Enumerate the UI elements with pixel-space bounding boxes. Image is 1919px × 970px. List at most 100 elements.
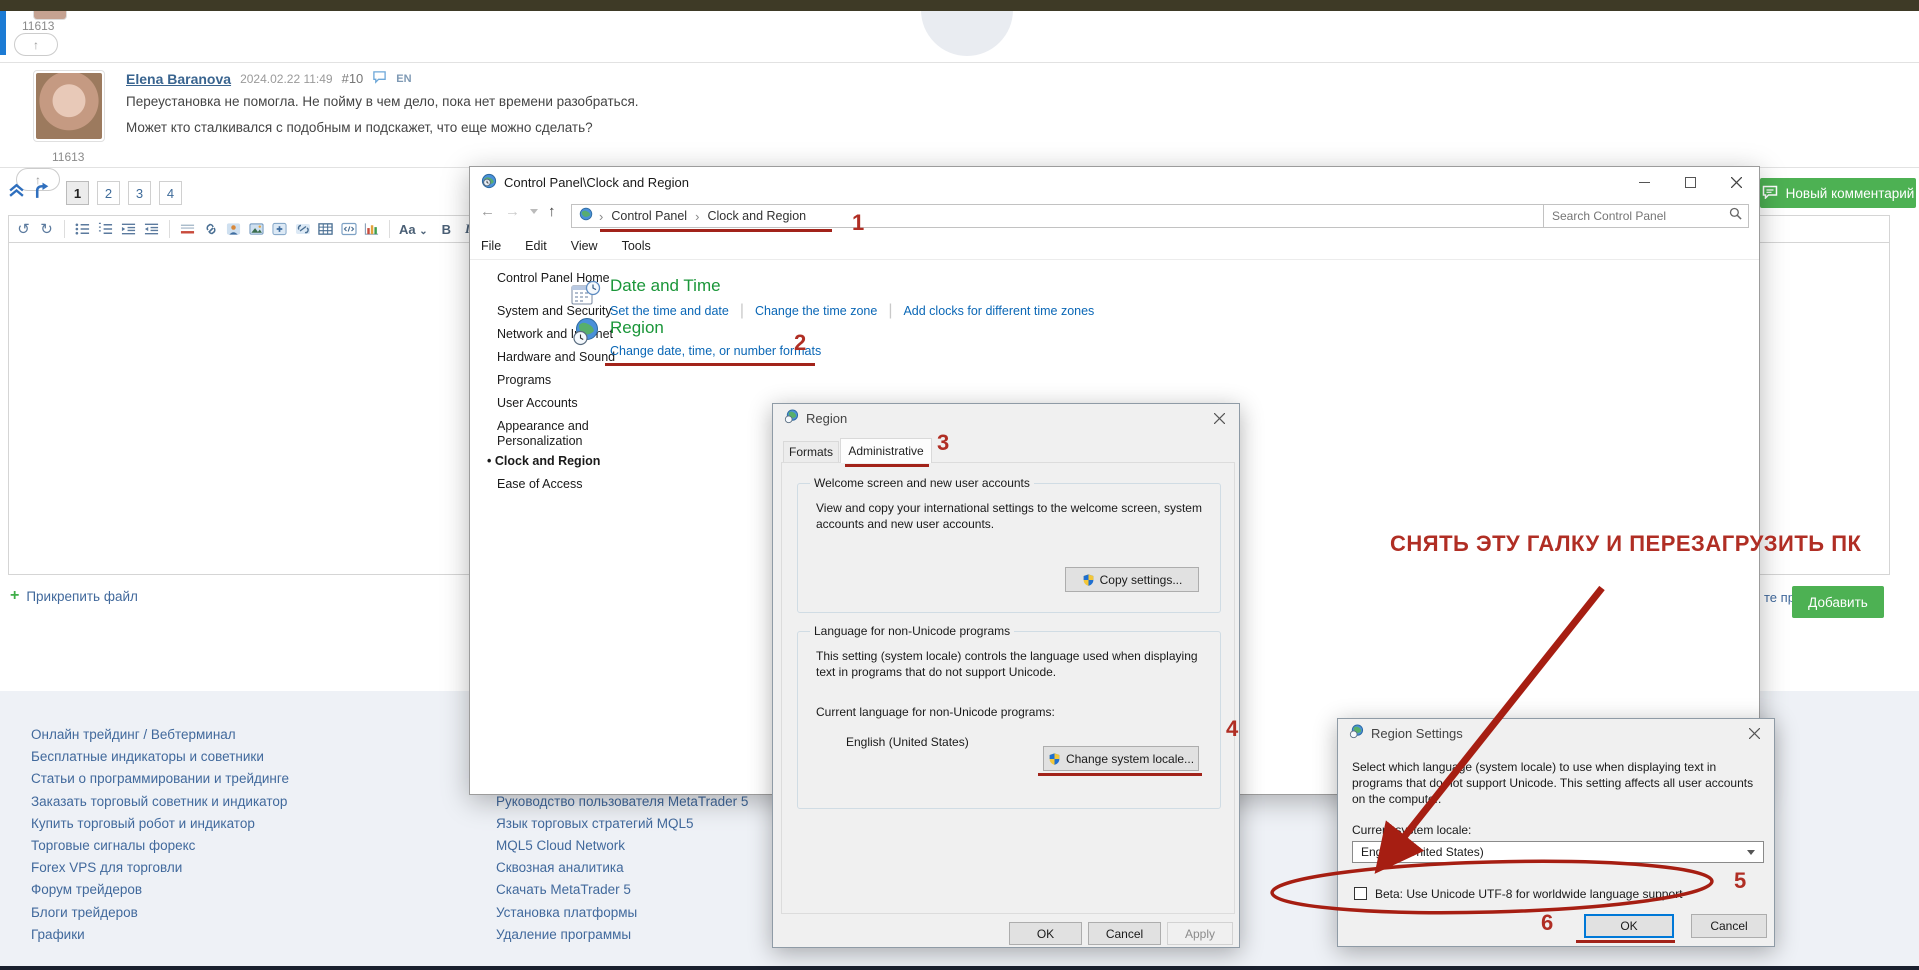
cp-titlebar[interactable]: Control Panel\Clock and Region: [470, 167, 1759, 197]
sidebar-item-ease-access[interactable]: Ease of Access: [497, 477, 582, 491]
search-icon[interactable]: [1729, 207, 1742, 225]
ok-button[interactable]: OK: [1009, 922, 1082, 945]
footer-link[interactable]: Статьи о программировании и трейдинге: [31, 771, 289, 786]
maximize-button[interactable]: [1667, 167, 1713, 197]
indent-icon[interactable]: [120, 220, 137, 238]
mention-user-icon[interactable]: [225, 220, 242, 238]
footer-link[interactable]: MQL5 Cloud Network: [496, 838, 625, 853]
footer-link[interactable]: Forex VPS для торговли: [31, 860, 182, 875]
search-input[interactable]: [1550, 208, 1729, 224]
page-2[interactable]: 2: [97, 181, 120, 205]
change-timezone-link[interactable]: Change the time zone: [755, 304, 877, 318]
close-button[interactable]: [1713, 167, 1759, 197]
datetime-icon[interactable]: [571, 279, 601, 314]
add-clocks-link[interactable]: Add clocks for different time zones: [903, 304, 1094, 318]
add-comment-button[interactable]: Добавить: [1792, 586, 1884, 618]
font-size-dropdown[interactable]: Aa ⌄: [399, 222, 428, 237]
footer-link[interactable]: Язык торговых стратегий MQL5: [496, 816, 694, 831]
utf8-beta-checkbox[interactable]: [1354, 887, 1367, 900]
upvote-button[interactable]: ↑: [14, 33, 58, 56]
footer-link[interactable]: Форум трейдеров: [31, 882, 142, 897]
link-icon[interactable]: [202, 220, 219, 238]
new-comment-button[interactable]: Новый комментарий: [1760, 178, 1916, 208]
footer-link[interactable]: Бесплатные индикаторы и советники: [31, 749, 264, 764]
welcome-group-text: View and copy your international setting…: [816, 501, 1202, 531]
footer-link[interactable]: Заказать торговый советник и индикатор: [31, 794, 287, 809]
sidebar-item-appearance[interactable]: Appearance and Personalization: [497, 419, 647, 449]
footer-link[interactable]: Торговые сигналы форекс: [31, 838, 195, 853]
ok-button[interactable]: OK: [1584, 914, 1674, 938]
collapse-top-icon[interactable]: [8, 182, 25, 204]
sidebar-item-user-accounts[interactable]: User Accounts: [497, 396, 578, 410]
footer-link[interactable]: Сквозная аналитика: [496, 860, 624, 875]
post-number[interactable]: #10: [342, 71, 364, 86]
locale-combobox[interactable]: English (United States): [1352, 841, 1764, 863]
footer-link[interactable]: Руководство пользователя MetaTrader 5: [496, 794, 748, 809]
cp-menubar: File Edit View Tools: [481, 239, 651, 253]
history-caret-icon[interactable]: [530, 209, 538, 214]
attach-file[interactable]: + Прикрепить файл: [10, 587, 138, 605]
close-button[interactable]: [1734, 719, 1774, 747]
menu-edit[interactable]: Edit: [525, 239, 547, 253]
bullet-list-icon[interactable]: [74, 220, 91, 238]
comment-bubble-icon[interactable]: [372, 70, 387, 87]
footer-link[interactable]: Удаление программы: [496, 927, 631, 942]
region-icon[interactable]: [571, 317, 601, 352]
footer-link[interactable]: Купить торговый робот и индикатор: [31, 816, 255, 831]
breadcrumb-clock-region[interactable]: Clock and Region: [707, 209, 806, 223]
numbered-list-icon[interactable]: [97, 220, 114, 238]
menu-tools[interactable]: Tools: [622, 239, 651, 253]
jump-up-icon[interactable]: [33, 181, 52, 205]
breadcrumb-control-panel[interactable]: Control Panel: [611, 209, 687, 223]
cancel-button[interactable]: Cancel: [1088, 922, 1161, 945]
tab-administrative[interactable]: Administrative: [840, 438, 932, 463]
menu-file[interactable]: File: [481, 239, 501, 253]
avatar[interactable]: [33, 70, 105, 142]
address-bar[interactable]: › Control Panel › Clock and Region ↻: [571, 204, 1635, 228]
lang-badge[interactable]: EN: [396, 73, 411, 85]
table-icon[interactable]: [317, 220, 334, 238]
change-system-locale-button[interactable]: Change system locale...: [1043, 746, 1199, 771]
code-icon[interactable]: [340, 220, 357, 238]
chart-icon[interactable]: [363, 220, 380, 238]
close-button[interactable]: [1199, 404, 1239, 432]
region-settings-titlebar[interactable]: Region Settings: [1338, 719, 1774, 747]
page-3[interactable]: 3: [128, 181, 151, 205]
bold-button[interactable]: B: [442, 222, 451, 237]
undo-icon[interactable]: ↺: [15, 220, 32, 238]
cancel-button[interactable]: Cancel: [1691, 914, 1767, 938]
menu-view[interactable]: View: [571, 239, 598, 253]
tab-formats[interactable]: Formats: [783, 441, 839, 462]
outdent-icon[interactable]: [143, 220, 160, 238]
post-divider: [0, 62, 1919, 63]
attach-link-icon[interactable]: [294, 220, 311, 238]
region-settings-title: Region Settings: [1371, 725, 1463, 741]
horizontal-rule-icon[interactable]: [179, 220, 196, 238]
footer-link[interactable]: Графики: [31, 927, 85, 942]
back-icon[interactable]: ←: [480, 203, 495, 220]
page-4[interactable]: 4: [159, 181, 182, 205]
image-icon[interactable]: [248, 220, 265, 238]
region-dialog-titlebar[interactable]: Region: [773, 404, 1239, 432]
footer-link[interactable]: Онлайн трейдинг / Вебтерминал: [31, 727, 236, 742]
add-media-icon[interactable]: [271, 220, 288, 238]
minimize-button[interactable]: [1621, 167, 1667, 197]
change-formats-link[interactable]: Change date, time, or number formats: [610, 344, 821, 358]
redo-icon[interactable]: ↻: [38, 220, 55, 238]
set-time-link[interactable]: Set the time and date: [610, 304, 729, 318]
apply-button[interactable]: Apply: [1167, 922, 1233, 945]
datetime-heading[interactable]: Date and Time: [610, 276, 721, 296]
region-heading[interactable]: Region: [610, 318, 664, 338]
up-icon[interactable]: ↑: [548, 203, 556, 220]
footer-link[interactable]: Скачать MetaTrader 5: [496, 882, 631, 897]
forward-icon[interactable]: →: [505, 203, 520, 220]
sidebar-item-hardware[interactable]: Hardware and Sound: [497, 350, 615, 364]
sidebar-item-clock-region[interactable]: • Clock and Region: [487, 454, 600, 468]
sidebar-item-programs[interactable]: Programs: [497, 373, 551, 387]
copy-settings-button[interactable]: Copy settings...: [1065, 567, 1199, 592]
author-link[interactable]: Elena Baranova: [126, 71, 231, 87]
page-1[interactable]: 1: [66, 181, 89, 205]
footer-link[interactable]: Блоги трейдеров: [31, 905, 138, 920]
search-box[interactable]: [1543, 204, 1749, 228]
footer-link[interactable]: Установка платформы: [496, 905, 637, 920]
